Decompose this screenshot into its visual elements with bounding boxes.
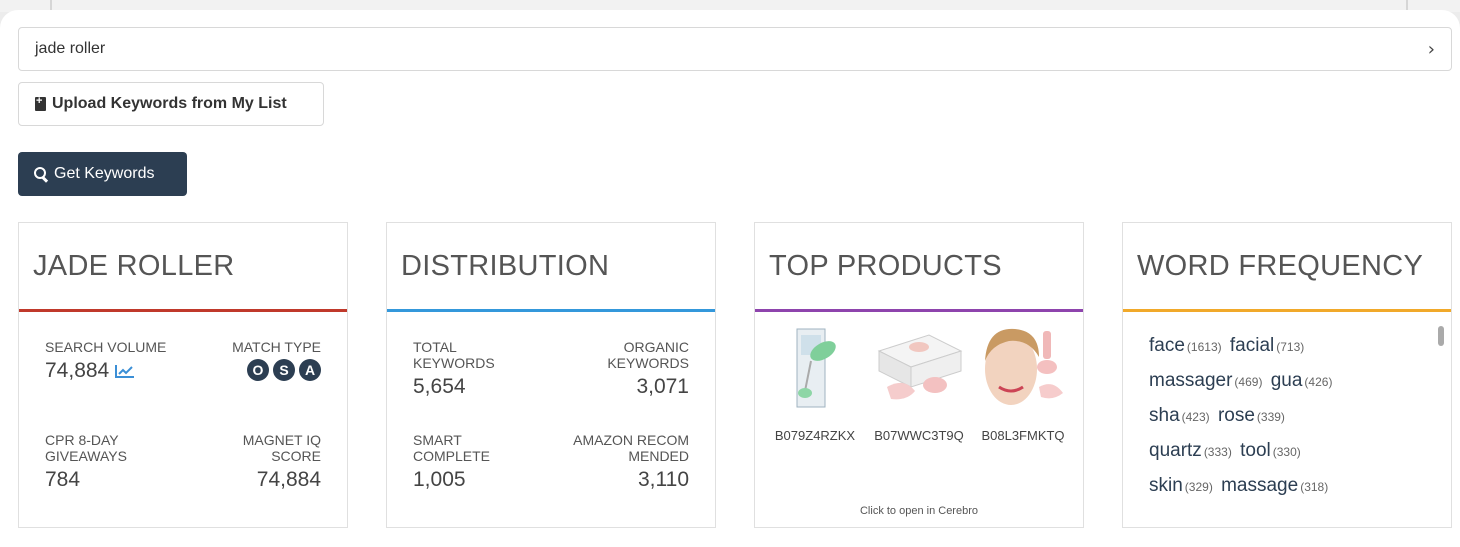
cpr-value: 784 bbox=[45, 468, 81, 491]
upload-keywords-button[interactable]: Upload Keywords from My List bbox=[18, 82, 324, 126]
keyword-input-value[interactable]: jade roller bbox=[35, 40, 1428, 58]
word-frequency-card: WORD FREQUENCY face (1613) facial (713) ma… bbox=[1122, 222, 1452, 528]
smart-complete-stat: SMART COMPLETE 1,005 bbox=[413, 432, 513, 492]
search-volume-stat: SEARCH VOLUME 74,884 bbox=[45, 339, 175, 383]
product-item[interactable]: B079Z4RZKX bbox=[763, 321, 867, 446]
product-item[interactable]: B08L3FMKTQ bbox=[971, 321, 1075, 446]
smart-complete-value: 1,005 bbox=[413, 468, 466, 491]
search-icon bbox=[34, 167, 48, 181]
product-image[interactable] bbox=[869, 321, 969, 411]
word-item: skin (329) bbox=[1149, 475, 1213, 496]
cpr-stat: CPR 8-DAY GIVEAWAYS 784 bbox=[45, 432, 155, 492]
amazon-recommended-stat: AMAZON RECOMMENDED 3,110 bbox=[571, 432, 689, 492]
word-item: face (1613) bbox=[1149, 335, 1222, 356]
organic-keywords-value: 3,071 bbox=[636, 375, 689, 398]
keyword-card-title: JADE ROLLER bbox=[19, 223, 347, 312]
word-item: quartz (333) bbox=[1149, 440, 1232, 461]
match-type-stat: MATCH TYPE O S A bbox=[231, 339, 321, 381]
product-image[interactable] bbox=[765, 321, 865, 411]
chevron-right-icon[interactable]: › bbox=[1428, 39, 1435, 60]
total-keywords-label: TOTAL KEYWORDS bbox=[413, 339, 495, 371]
match-badge-o[interactable]: O bbox=[247, 359, 269, 381]
product-item[interactable]: B07WWC3T9Q bbox=[867, 321, 971, 446]
search-volume-label: SEARCH VOLUME bbox=[45, 339, 167, 355]
product-asin[interactable]: B07WWC3T9Q bbox=[867, 426, 971, 446]
top-products-card: TOP PRODUCTS B079Z4RZKX B07WWC3T9Q B08L3… bbox=[754, 222, 1084, 528]
word-item: massage (318) bbox=[1221, 475, 1329, 496]
open-cerebro-link[interactable]: Click to open in Cerebro bbox=[755, 505, 1083, 517]
match-type-label: MATCH TYPE bbox=[232, 339, 321, 355]
keyword-card: JADE ROLLER SEARCH VOLUME 74,884 MATCH T… bbox=[18, 222, 348, 528]
upload-keywords-label: Upload Keywords from My List bbox=[52, 95, 287, 112]
match-badge-a[interactable]: A bbox=[299, 359, 321, 381]
smart-complete-label: SMART COMPLETE bbox=[413, 432, 491, 464]
file-upload-icon bbox=[35, 95, 46, 111]
word-frequency-list: face (1613) facial (713) massager (469) gua… bbox=[1149, 329, 1427, 504]
match-badge-s[interactable]: S bbox=[273, 359, 295, 381]
match-type-badges: O S A bbox=[231, 359, 321, 381]
total-keywords-value: 5,654 bbox=[413, 375, 466, 398]
cpr-label: CPR 8-DAY GIVEAWAYS bbox=[45, 432, 127, 464]
word-item: facial (713) bbox=[1229, 335, 1305, 356]
product-list: B079Z4RZKX B07WWC3T9Q B08L3FMKTQ bbox=[763, 321, 1075, 446]
magnet-iq-stat: MAGNET IQ SCORE 74,884 bbox=[231, 432, 321, 492]
scrollbar[interactable] bbox=[1438, 326, 1444, 346]
word-item: sha (423) bbox=[1149, 405, 1210, 426]
word-item: massager (469) bbox=[1149, 370, 1263, 391]
keyword-input[interactable]: jade roller › bbox=[18, 27, 1452, 71]
product-asin[interactable]: B08L3FMKTQ bbox=[971, 426, 1075, 446]
magnet-iq-value: 74,884 bbox=[256, 468, 321, 491]
product-asin[interactable]: B079Z4RZKX bbox=[763, 426, 867, 446]
amazon-recommended-label: AMAZON RECOMMENDED bbox=[573, 432, 689, 464]
search-volume-value: 74,884 bbox=[45, 359, 110, 382]
magnet-iq-label: MAGNET IQ SCORE bbox=[242, 432, 321, 464]
word-item: gua (426) bbox=[1270, 370, 1333, 391]
get-keywords-label: Get Keywords bbox=[54, 165, 155, 182]
top-products-card-title: TOP PRODUCTS bbox=[755, 223, 1083, 312]
total-keywords-stat: TOTAL KEYWORDS 5,654 bbox=[413, 339, 523, 399]
trend-chart-icon[interactable] bbox=[115, 364, 135, 379]
product-image[interactable] bbox=[973, 321, 1073, 411]
get-keywords-button[interactable]: Get Keywords bbox=[18, 152, 187, 196]
distribution-card: DISTRIBUTION TOTAL KEYWORDS 5,654 ORGANI… bbox=[386, 222, 716, 528]
amazon-recommended-value: 3,110 bbox=[638, 468, 689, 491]
organic-keywords-label: ORGANIC KEYWORDS bbox=[607, 339, 689, 371]
distribution-card-title: DISTRIBUTION bbox=[387, 223, 715, 312]
word-item: rose (339) bbox=[1217, 405, 1285, 426]
organic-keywords-stat: ORGANIC KEYWORDS 3,071 bbox=[579, 339, 689, 399]
word-frequency-card-title: WORD FREQUENCY bbox=[1123, 223, 1451, 312]
word-item: tool (330) bbox=[1240, 440, 1301, 461]
